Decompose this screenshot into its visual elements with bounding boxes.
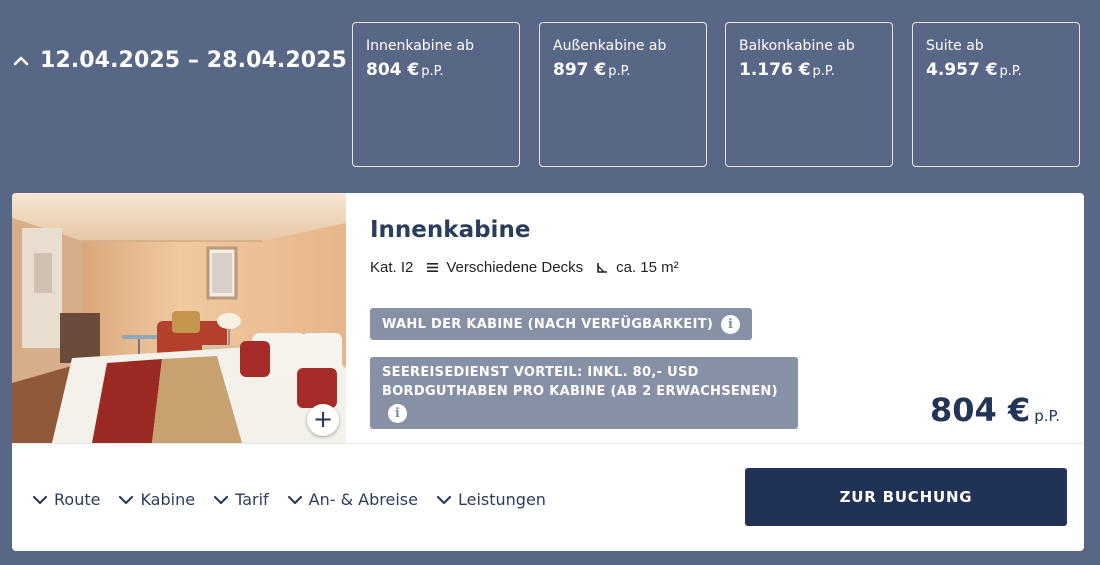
price-box-value: 4.957 € — [926, 60, 998, 80]
cabin-photo[interactable]: + — [12, 193, 346, 443]
tab-label: Kabine — [140, 490, 196, 509]
cabin-meta: Kat. I2 Verschiedene Decks ca. 15 m² — [370, 259, 693, 276]
cabin-category-text: Kat. I2 — [370, 259, 414, 276]
price-box-aussenkabine[interactable]: Außenkabine ab 897 € p.P. — [539, 22, 707, 167]
chevron-down-icon — [436, 495, 452, 504]
cabin-photo-illustration — [12, 193, 346, 443]
chevron-down-icon — [32, 495, 48, 504]
cabin-size: ca. 15 m² — [597, 259, 679, 276]
tab-route[interactable]: Route — [32, 490, 100, 509]
badge-text-line2: BORDGUTHABEN PRO KABINE (AB 2 ERWACHSENE… — [382, 384, 778, 399]
price-box-value: 804 € — [366, 60, 420, 80]
tab-label: Leistungen — [457, 490, 546, 509]
price-box-innenkabine[interactable]: Innenkabine ab 804 € p.P. — [352, 22, 520, 167]
plus-icon: + — [312, 405, 334, 433]
tab-label: Route — [54, 490, 101, 509]
price-box-value: 897 € — [553, 60, 607, 80]
cabin-deck: Verschiedene Decks — [427, 259, 583, 276]
onboard-credit-badge: SEEREISEDIENST VORTEIL: INKL. 80,- USD B… — [370, 357, 798, 429]
tab-label: An- & Abreise — [308, 490, 418, 509]
chevron-down-icon — [119, 495, 134, 504]
chevron-up-icon — [13, 56, 29, 65]
info-icon[interactable]: i — [388, 404, 407, 423]
cabin-price: 804 € p.P. — [930, 391, 1060, 429]
chevron-down-icon — [213, 495, 229, 504]
price-box-value: 1.176 € — [739, 60, 811, 80]
tab-an-abreise[interactable]: An- & Abreise — [287, 490, 418, 509]
price-box-suite[interactable]: Suite ab 4.957 € p.P. — [912, 22, 1080, 167]
date-range-toggle[interactable]: 12.04.2025 – 28.04.2025 — [12, 48, 347, 73]
tab-kabine[interactable]: Kabine — [118, 490, 195, 509]
price-box-unit: p.P. — [999, 64, 1022, 79]
cabin-price-value: 804 € — [930, 391, 1031, 429]
cabin-category: Kat. I2 — [370, 259, 413, 276]
price-box-unit: p.P. — [608, 64, 631, 79]
cabin-card: + Innenkabine Kat. I2 Verschiedene Decks… — [12, 193, 1084, 551]
cabin-price-unit: p.P. — [1034, 407, 1060, 425]
price-box-label: Außenkabine ab — [553, 38, 667, 54]
price-box-label: Suite ab — [926, 38, 984, 54]
cabin-size-text: ca. 15 m² — [616, 259, 679, 276]
badge-text: WAHL DER KABINE (NACH VERFÜGBARKEIT) — [382, 316, 714, 332]
cabin-deck-text: Verschiedene Decks — [446, 259, 584, 276]
info-icon[interactable]: i — [721, 314, 741, 334]
tab-label: Tarif — [235, 490, 269, 509]
badge-text-line1: SEEREISEDIENST VORTEIL: INKL. 80,- USD — [382, 365, 699, 380]
price-box-label: Innenkabine ab — [366, 38, 474, 54]
tab-leistungen[interactable]: Leistungen — [436, 490, 546, 509]
detail-tabs: Route Kabine Tarif An- & Abreise Leistun… — [32, 490, 546, 509]
list-icon — [427, 263, 439, 272]
price-box-label: Balkonkabine ab — [739, 38, 855, 54]
chevron-down-icon — [287, 495, 302, 504]
tab-tarif[interactable]: Tarif — [213, 490, 269, 509]
book-button[interactable]: ZUR BUCHUNG — [745, 468, 1067, 526]
area-icon — [597, 263, 608, 273]
price-box-balkonkabine[interactable]: Balkonkabine ab 1.176 € p.P. — [725, 22, 893, 167]
date-range: 12.04.2025 – 28.04.2025 — [40, 48, 347, 73]
price-box-unit: p.P. — [421, 64, 444, 79]
divider — [12, 443, 1084, 444]
expand-photo-button[interactable]: + — [307, 404, 339, 436]
cabin-choice-badge: WAHL DER KABINE (NACH VERFÜGBARKEIT) i — [370, 308, 753, 340]
cabin-title: Innenkabine — [370, 217, 531, 243]
price-box-unit: p.P. — [812, 64, 835, 79]
